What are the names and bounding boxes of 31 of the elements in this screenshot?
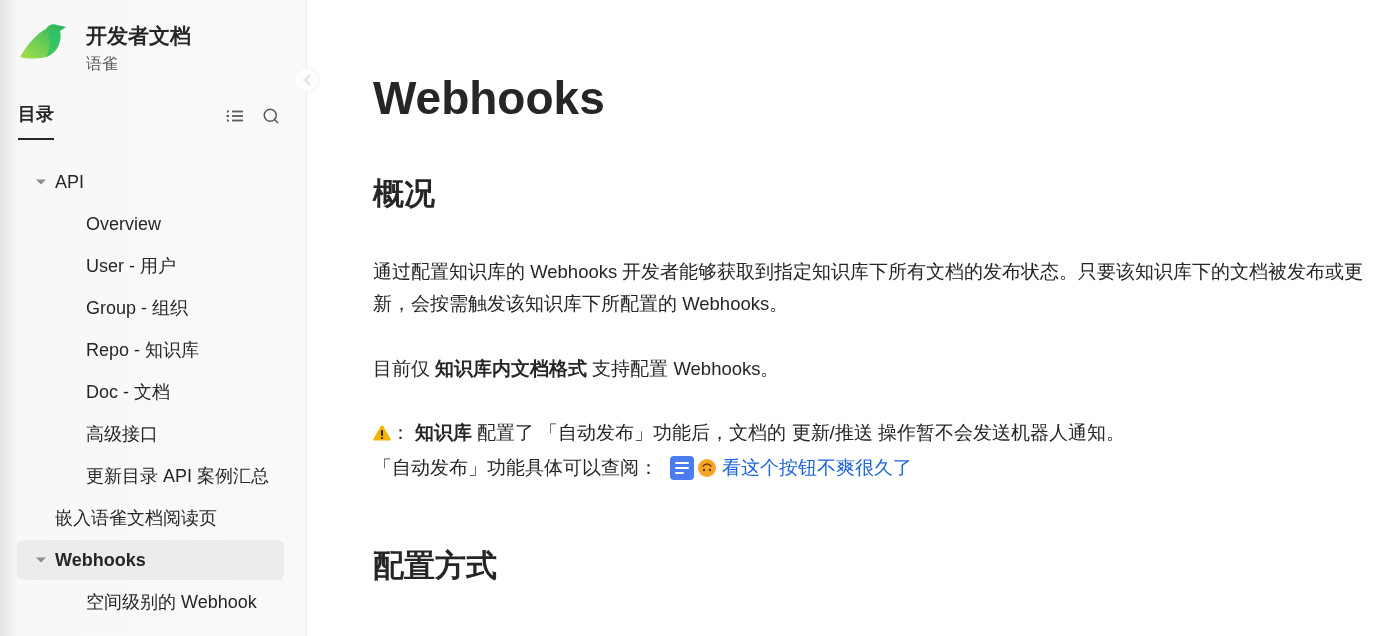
section-heading: 概况 xyxy=(373,175,435,213)
document-icon xyxy=(670,456,694,480)
tree-item[interactable]: Overview xyxy=(17,204,284,244)
caret-down-icon[interactable] xyxy=(36,177,46,187)
reference-text: 「自动发布」功能具体可以查阅： xyxy=(373,456,658,480)
caret-down-icon[interactable] xyxy=(36,555,46,565)
tree-item[interactable]: 高级接口 xyxy=(17,414,284,454)
tree-item[interactable]: 嵌入语雀文档阅读页 xyxy=(17,498,284,538)
bird-logo-icon xyxy=(20,23,66,59)
document-title: Webhooks xyxy=(373,71,606,126)
sidebar-subtitle: 语雀 xyxy=(86,54,119,74)
sidebar-title: 开发者文档 xyxy=(86,23,191,49)
search-icon[interactable] xyxy=(262,107,280,125)
tree-item[interactable]: Webhooks xyxy=(17,540,284,580)
tree-item[interactable]: User - 用户 xyxy=(17,246,284,286)
warning-icon xyxy=(373,425,391,441)
section-heading: 配置方式 xyxy=(373,547,497,585)
list-icon[interactable] xyxy=(226,109,243,123)
tree-item[interactable]: API xyxy=(17,162,284,202)
tree-item[interactable]: Group - 组织 xyxy=(17,288,284,328)
tree-item[interactable]: Repo - 知识库 xyxy=(17,330,284,370)
paragraph: 目前仅 知识库内文档格式 支持配置 Webhooks。 xyxy=(373,357,781,381)
emoji-face-icon xyxy=(698,459,716,477)
document-link[interactable]: 看这个按钮不爽很久了 xyxy=(722,452,912,484)
warning-text: ： 知识库 配置了 「自动发布」功能后，文档的 更新/推送 操作暂不会发送机器人通知。 xyxy=(391,421,1125,445)
tree-item[interactable]: 空间级别的 Webhook xyxy=(17,582,284,622)
tree-item[interactable]: Doc - 文档 xyxy=(17,372,284,412)
paragraph: 通过配置知识库的 Webhooks 开发者能够获取到指定知识库下所有文档的发布状态。只要该知识库下的文档被发布或更新，会按需触发该知识库下所配置的 Webhooks。 xyxy=(373,260,1365,316)
chevron-left-icon xyxy=(303,74,311,86)
tab[interactable]: 目录 xyxy=(18,102,54,140)
tree-item[interactable]: 更新目录 API 案例汇总 xyxy=(17,456,284,496)
